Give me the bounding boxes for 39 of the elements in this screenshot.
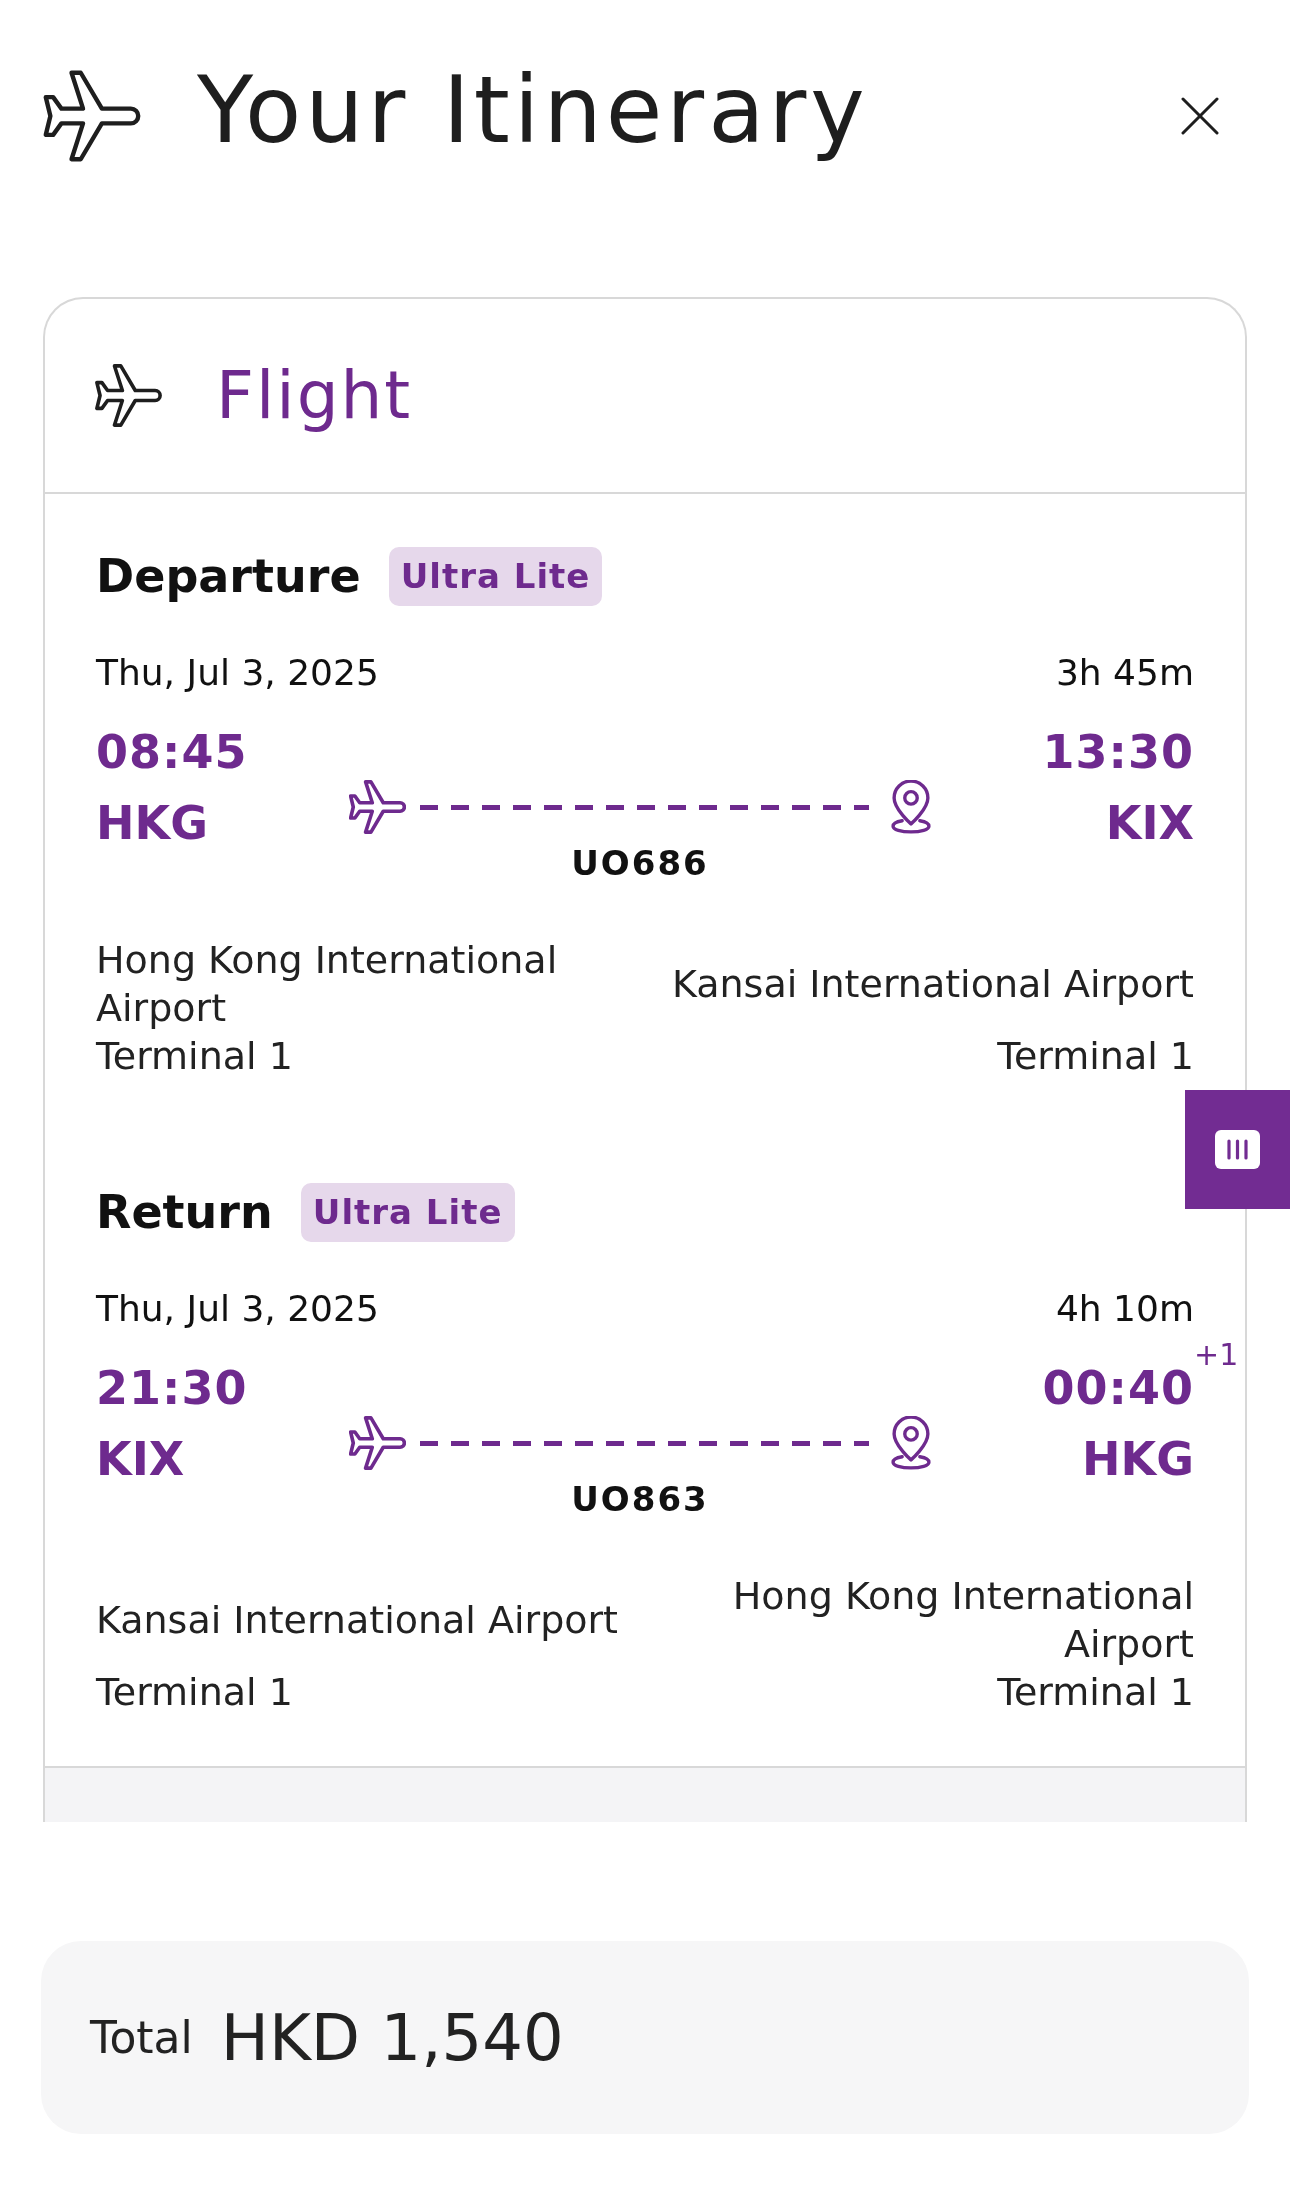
close-icon[interactable] (1181, 97, 1219, 135)
total-label: Total (90, 2012, 193, 2063)
flight-date: Thu, Jul 3, 2025 (96, 653, 379, 693)
terminal-label: Terminal 1 (996, 1669, 1194, 1716)
flight-number: UO863 (571, 1479, 709, 1519)
airplane-icon (95, 364, 162, 427)
airport-name: Hong Kong International Airport (731, 1573, 1194, 1668)
flight-duration: 3h 45m (1055, 653, 1194, 693)
location-pin-icon (890, 1416, 931, 1470)
airport-code: KIX (96, 1431, 186, 1488)
airport-name: Hong Kong International Airport (96, 937, 559, 1032)
columns-icon (1215, 1130, 1260, 1169)
airplane-icon (43, 70, 141, 162)
airport-code: HKG (96, 795, 209, 852)
flight-number: UO686 (571, 843, 709, 883)
arrival-time: 00:40 (1042, 1360, 1194, 1417)
location-pin-icon (890, 780, 931, 834)
fare-tag: Ultra Lite (300, 1183, 515, 1242)
airport-code: KIX (1105, 795, 1194, 852)
flight-date: Thu, Jul 3, 2025 (96, 1289, 379, 1329)
fare-tag: Ultra Lite (388, 547, 603, 606)
segment-title: Return (96, 1184, 273, 1241)
terminal-label: Terminal 1 (996, 1033, 1194, 1080)
day-offset: +1 (1194, 1340, 1239, 1370)
airport-code: HKG (1082, 1431, 1194, 1488)
airport-name: Kansai International Airport (670, 961, 1194, 1008)
airplane-icon (349, 780, 407, 834)
terminal-label: Terminal 1 (96, 1669, 294, 1716)
card-title: Flight (216, 355, 413, 436)
airplane-icon (349, 1416, 407, 1470)
terminal-label: Terminal 1 (96, 1033, 294, 1080)
segment-title: Departure (96, 548, 361, 605)
total-amount: HKD 1,540 (220, 2000, 564, 2075)
airport-name: Kansai International Airport (96, 1597, 620, 1644)
departure-time: 21:30 (96, 1360, 248, 1417)
side-tab-button[interactable] (1185, 1090, 1290, 1209)
flight-duration: 4h 10m (1055, 1289, 1194, 1329)
arrival-time: 13:30 (1042, 724, 1194, 781)
departure-time: 08:45 (96, 724, 248, 781)
